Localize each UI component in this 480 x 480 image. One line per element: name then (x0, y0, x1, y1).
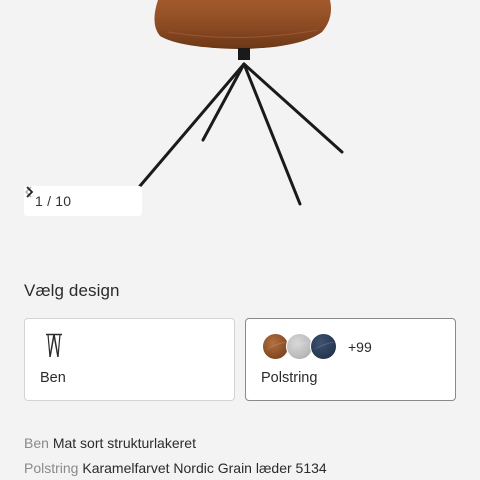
upholstery-swatches: +99 (262, 333, 372, 360)
pager-count: 1 / 10 (35, 193, 72, 209)
swatch-navy (310, 333, 337, 360)
chair-legs-icon (46, 333, 62, 358)
swatch-grey (286, 333, 313, 360)
next-image-button[interactable] (26, 186, 142, 216)
spec-row-polstring: Polstring Karamelfarvet Nordic Grain læd… (24, 456, 327, 480)
design-option-ben-label: Ben (40, 370, 66, 386)
spec-row-ben: Ben Mat sort strukturlakeret (24, 431, 327, 456)
spec-value: Mat sort strukturlakeret (52, 435, 196, 451)
selected-specs: Ben Mat sort strukturlakeret Polstring K… (24, 431, 327, 480)
chevron-right-icon (26, 186, 34, 198)
gallery-pager: 1 / 10 (24, 186, 142, 216)
design-option-polstring[interactable]: +99 Polstring (245, 318, 456, 401)
product-image-gallery[interactable]: 1 / 10 (0, 0, 480, 250)
spec-key: Polstring (24, 460, 79, 476)
spec-key: Ben (24, 435, 49, 451)
design-section-title: Vælg design (24, 281, 120, 300)
design-option-polstring-label: Polstring (261, 370, 318, 386)
design-option-ben[interactable]: Ben (24, 318, 235, 401)
previous-image-button[interactable] (24, 186, 118, 216)
more-swatches-count: +99 (348, 338, 372, 355)
swatch-caramel (262, 333, 289, 360)
spec-value: Karamelfarvet Nordic Grain læder 5134 (82, 460, 327, 476)
